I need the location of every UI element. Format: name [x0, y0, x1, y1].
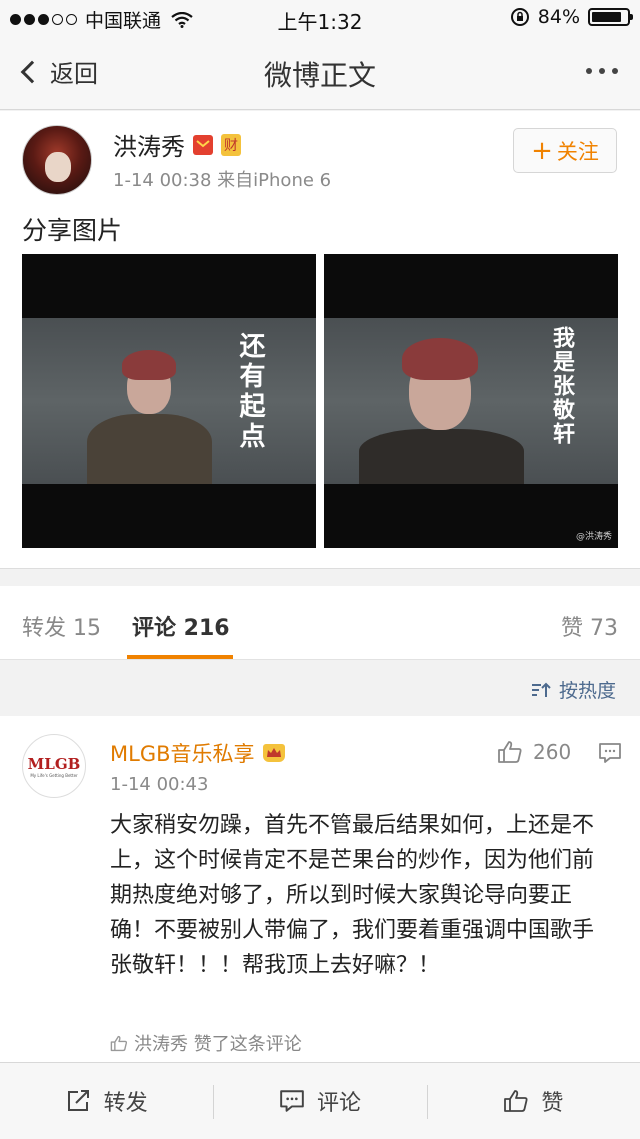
liked-by-text: 洪涛秀 赞了这条评论 — [134, 1034, 302, 1055]
repost-label: 转发 — [103, 1091, 148, 1116]
bottom-action-bar: 转发 评论 赞 — [0, 1062, 640, 1139]
repost-button[interactable]: 转发 — [0, 1063, 213, 1139]
commenter-avatar[interactable]: MLGB My Life's Getting Better — [22, 734, 86, 798]
image-caption-1: 还有起点 — [235, 332, 265, 452]
post-image-2[interactable]: 我是张敬轩 @洪涛秀 — [324, 254, 618, 548]
status-bar: 中国联通 上午1:32 84% — [0, 0, 640, 36]
thumbs-up-icon — [497, 740, 523, 764]
comment-item: MLGB My Life's Getting Better MLGB音乐私享 1… — [0, 716, 640, 1062]
commenter-name-text: MLGB音乐私享 — [110, 742, 255, 766]
tab-repost[interactable]: 转发 15 — [22, 610, 101, 642]
page-title: 微博正文 — [263, 59, 376, 92]
tab-comments[interactable]: 评论 216 — [132, 610, 230, 642]
comment-button[interactable]: 评论 — [213, 1063, 426, 1139]
post-image-1[interactable]: 还有起点 — [22, 254, 316, 548]
comment-like-count: 260 — [533, 740, 572, 764]
follow-button[interactable]: + 关注 — [513, 128, 617, 173]
active-tab-indicator — [127, 655, 233, 659]
author-name: 洪涛秀 — [113, 133, 185, 161]
battery-icon — [588, 8, 633, 26]
image-caption-2: 我是张敬轩 — [549, 326, 575, 446]
repost-icon — [66, 1089, 92, 1113]
author-avatar[interactable] — [22, 125, 92, 195]
like-label: 赞 — [541, 1091, 564, 1116]
follow-label: 关注 — [556, 139, 599, 164]
sort-icon — [531, 682, 551, 698]
crown-badge-icon — [262, 744, 285, 762]
tab-likes[interactable]: 赞 73 — [561, 610, 618, 642]
avatar-logo-subtext: My Life's Getting Better — [30, 772, 78, 778]
like-icon — [503, 1089, 529, 1113]
sort-by-hot-button[interactable]: 按热度 — [531, 676, 616, 703]
status-right: 84% — [510, 6, 633, 28]
post-meta: 1-14 00:38 来自iPhone 6 — [113, 170, 332, 191]
comment-time: 1-14 00:43 — [110, 774, 209, 795]
vip-badge-icon — [193, 134, 213, 155]
more-options-icon[interactable] — [586, 68, 618, 74]
post-text: 分享图片 — [22, 216, 123, 245]
comment-icon — [279, 1089, 305, 1113]
comment-label: 评论 — [316, 1091, 361, 1116]
comment-text: 大家稍安勿躁，首先不管最后结果如何，上还是不上，这个时候肯定不是芒果台的炒作，因… — [110, 813, 595, 978]
commenter-name[interactable]: MLGB音乐私享 — [110, 738, 285, 768]
wealth-badge: 财 — [221, 133, 241, 156]
reply-comment-icon[interactable] — [598, 742, 622, 764]
plus-icon: + — [531, 135, 553, 166]
like-button[interactable]: 赞 — [426, 1063, 640, 1139]
image-watermark: @洪涛秀 — [575, 532, 612, 542]
comment-like-button[interactable]: 260 — [497, 740, 571, 764]
rotation-lock-icon — [510, 7, 530, 27]
avatar-logo-text: MLGB — [27, 754, 81, 773]
sort-label: 按热度 — [558, 680, 616, 702]
small-thumbs-up-icon — [110, 1035, 128, 1052]
sort-row: 按热度 — [0, 660, 640, 716]
nav-bar: 返回 微博正文 — [0, 36, 640, 110]
weibo-post: 洪涛秀 财 1-14 00:38 来自iPhone 6 + 关注 分享图片 还有… — [0, 111, 640, 569]
post-stats-tabs: 转发 15 评论 216 赞 73 — [0, 586, 640, 660]
comment-liked-by: 洪涛秀 赞了这条评论 — [110, 1030, 302, 1056]
battery-percent: 84% — [537, 6, 580, 28]
post-author[interactable]: 洪涛秀 财 — [113, 127, 241, 162]
